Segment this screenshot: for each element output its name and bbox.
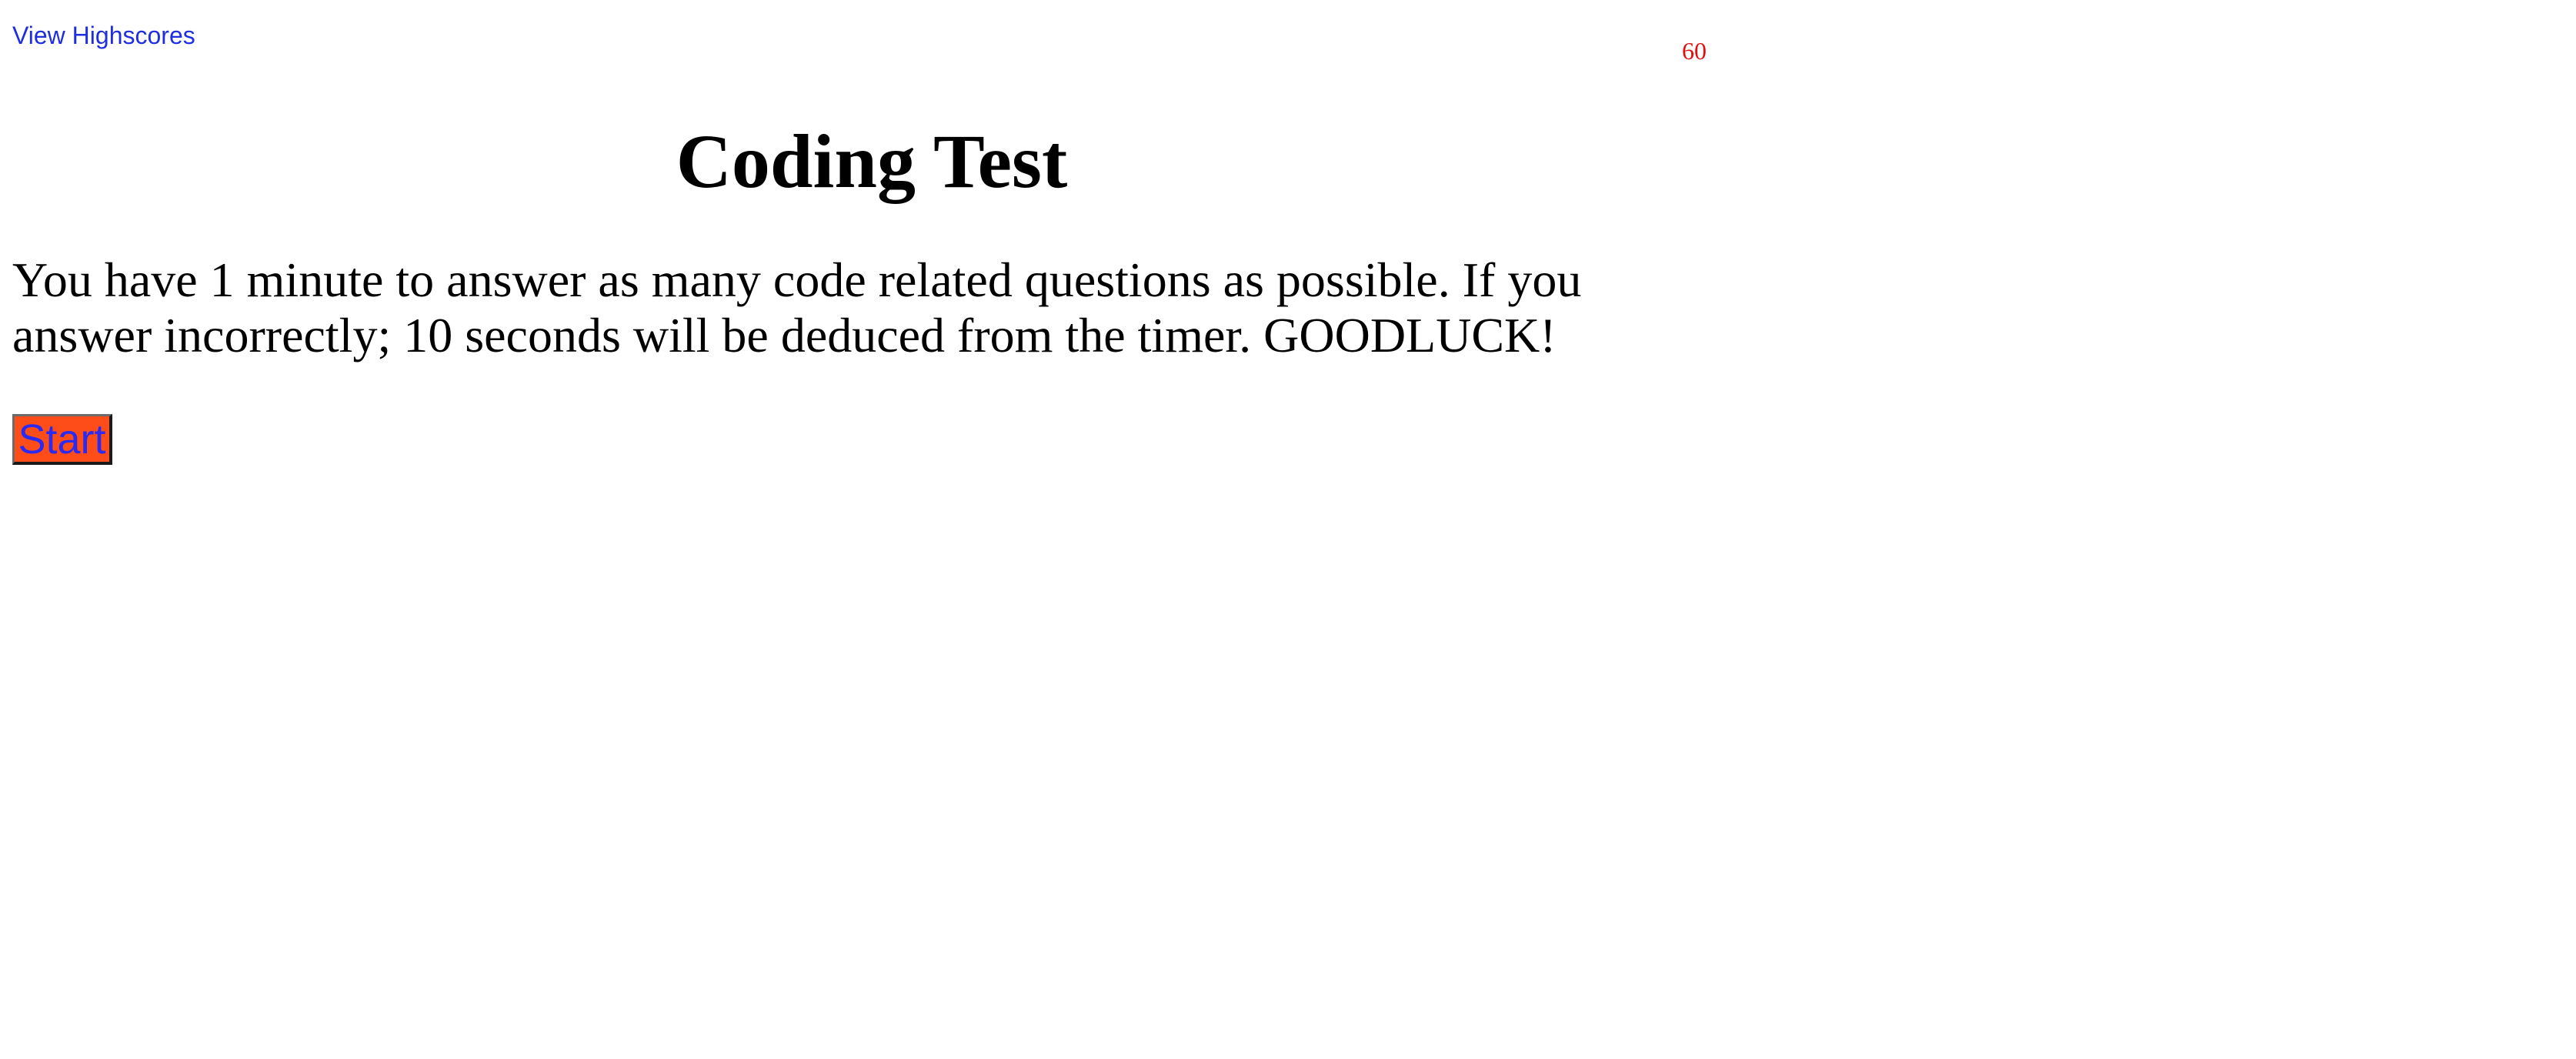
countdown-timer: 60 (1682, 37, 1707, 65)
view-highscores-link[interactable]: View Highscores (12, 18, 195, 52)
page-title: Coding Test (676, 119, 1068, 204)
start-button[interactable]: Start (12, 414, 112, 465)
page: View Highscores 60 Coding Test You have … (0, 0, 2576, 1059)
instructions-text: You have 1 minute to answer as many code… (12, 252, 1582, 362)
